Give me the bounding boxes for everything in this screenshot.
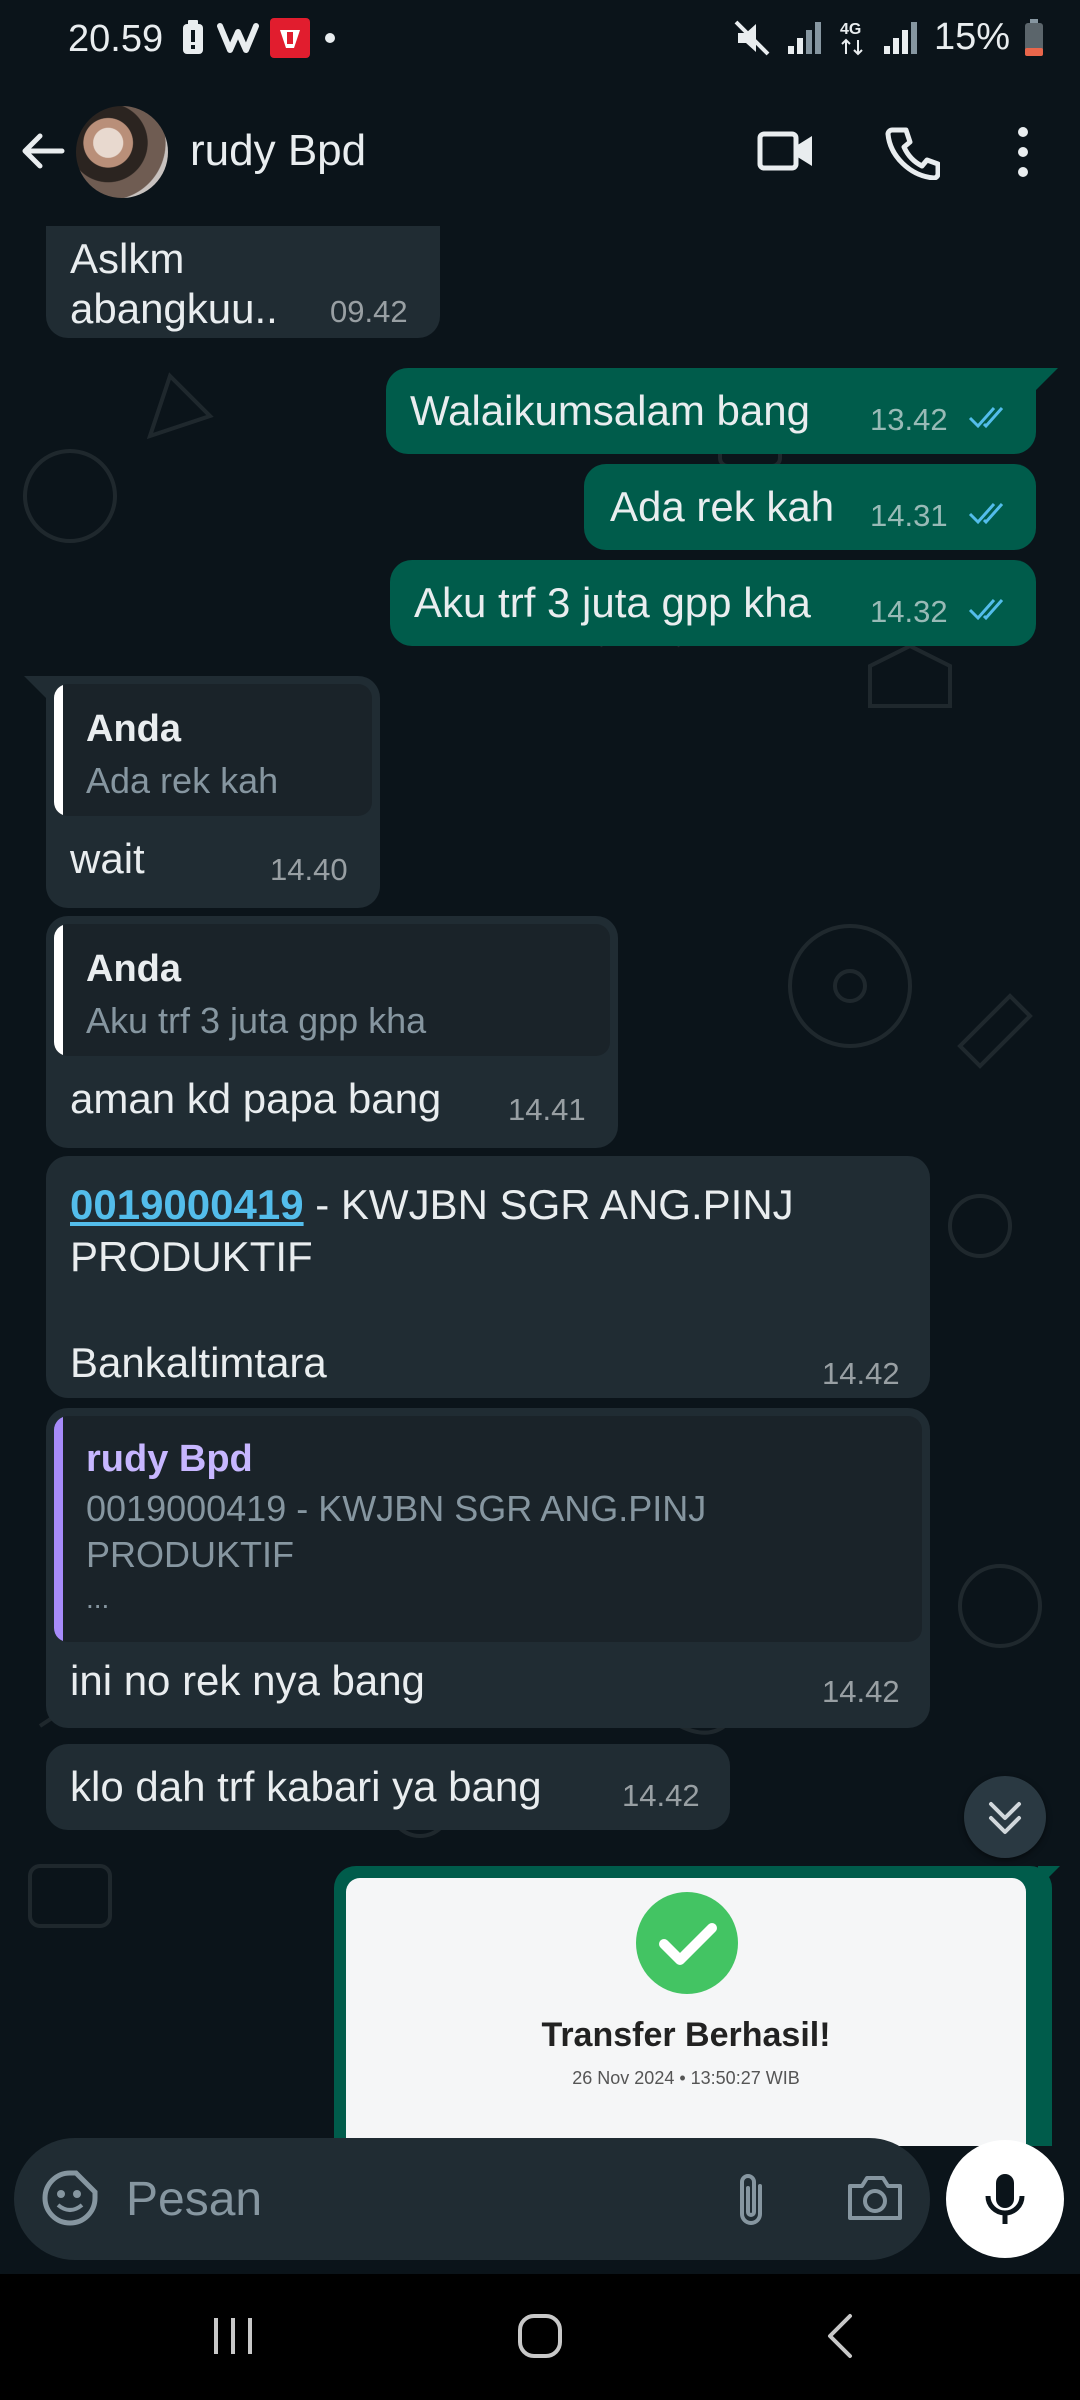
- message-incoming[interactable]: Aslkm abangkuu.. 09.42: [46, 226, 440, 338]
- account-number-link[interactable]: 0019000419: [70, 1181, 304, 1228]
- message-text: klo dah trf kabari ya bang: [70, 1763, 542, 1810]
- read-receipt-icon: [968, 503, 1004, 525]
- quote-sender: Anda: [86, 708, 181, 750]
- quote-sender: rudy Bpd: [86, 1438, 253, 1480]
- message-time: 14.32: [870, 594, 948, 629]
- quoted-message[interactable]: Anda Ada rek kah: [54, 684, 372, 816]
- quoted-message[interactable]: rudy Bpd 0019000419 - KWJBN SGR ANG.PINJ…: [54, 1416, 922, 1642]
- message-text: PRODUKTIF: [70, 1233, 313, 1280]
- emoji-sticker-icon[interactable]: [40, 2168, 100, 2228]
- dot-icon: [325, 33, 335, 43]
- scroll-to-bottom-button[interactable]: [964, 1776, 1046, 1858]
- message-outgoing[interactable]: Ada rek kah 14.31: [584, 464, 1036, 550]
- message-time: 14.40: [270, 852, 348, 887]
- recent-apps-icon[interactable]: [208, 2312, 258, 2360]
- message-text: Bankaltimtara: [70, 1339, 327, 1386]
- system-back-icon[interactable]: [820, 2310, 860, 2362]
- message-text: Walaikumsalam bang: [410, 387, 810, 434]
- signal-icon: [787, 21, 821, 54]
- quote-text: PRODUKTIF: [86, 1534, 295, 1575]
- message-input-placeholder[interactable]: Pesan: [126, 2172, 262, 2227]
- message-time: 14.31: [870, 498, 948, 533]
- app-notification-icon: [217, 23, 259, 53]
- battery-percentage: 15%: [933, 16, 1010, 58]
- bubble-tail: [1036, 368, 1058, 390]
- message-text: 0019000419 - KWJBN SGR ANG.PINJ: [70, 1180, 794, 1230]
- message-text: Ada rek kah: [610, 483, 835, 530]
- message-incoming-reply[interactable]: rudy Bpd 0019000419 - KWJBN SGR ANG.PINJ…: [46, 1408, 930, 1728]
- transfer-receipt-image[interactable]: Transfer Berhasil! 26 Nov 2024 • 13:50:2…: [346, 1878, 1026, 2146]
- battery-icon: [1025, 18, 1043, 56]
- home-icon[interactable]: [510, 2308, 570, 2364]
- bubble-tail: [1038, 1866, 1060, 1888]
- camera-icon[interactable]: [846, 2172, 904, 2224]
- message-time: 14.42: [822, 1674, 900, 1709]
- receipt-datetime: 26 Nov 2024 • 13:50:27 WIB: [572, 2068, 800, 2088]
- message-time: 13.42: [870, 402, 948, 437]
- message-text: Aslkm: [70, 235, 185, 282]
- message-text: aman kd papa bang: [70, 1075, 442, 1122]
- message-text: Aku trf 3 juta gpp kha: [414, 579, 811, 626]
- message-time: 14.42: [622, 1778, 700, 1813]
- quote-sender: Anda: [86, 948, 181, 990]
- message-incoming[interactable]: 0019000419 - KWJBN SGR ANG.PINJ PRODUKTI…: [46, 1156, 930, 1398]
- voice-message-button[interactable]: [946, 2140, 1064, 2258]
- read-receipt-icon: [968, 599, 1004, 621]
- message-text: wait: [70, 835, 145, 882]
- success-check-icon: [636, 1892, 738, 1994]
- message-time: 14.42: [822, 1356, 900, 1391]
- message-incoming-reply[interactable]: Anda Aku trf 3 juta gpp kha aman kd papa…: [46, 916, 618, 1148]
- status-right-icons: 4G 15%: [732, 16, 1044, 59]
- quote-text: 0019000419 - KWJBN SGR ANG.PINJ: [86, 1488, 707, 1529]
- battery-saver-icon: [183, 20, 203, 54]
- microphone-icon: [985, 2174, 1025, 2224]
- status-bar: 20.59 4G 15%: [0, 0, 1080, 80]
- attach-icon[interactable]: [732, 2170, 772, 2230]
- 4g-icon: 4G: [840, 21, 863, 55]
- svg-text:4G: 4G: [840, 21, 861, 38]
- chat-area[interactable]: Aslkm abangkuu.. 09.42 Walaikumsalam ban…: [0, 226, 1080, 2146]
- back-arrow-icon[interactable]: [18, 126, 68, 176]
- message-incoming[interactable]: klo dah trf kabari ya bang 14.42: [46, 1744, 730, 1830]
- message-text-rest: - KWJBN SGR ANG.PINJ: [303, 1181, 794, 1228]
- signal-icon: [883, 21, 917, 54]
- message-outgoing[interactable]: Aku trf 3 juta gpp kha 14.32: [390, 560, 1036, 646]
- message-time: 09.42: [330, 294, 408, 329]
- quoted-message[interactable]: Anda Aku trf 3 juta gpp kha: [54, 924, 610, 1056]
- quote-bar: [54, 924, 63, 1056]
- quote-text: Aku trf 3 juta gpp kha: [86, 1000, 427, 1041]
- more-menu-icon[interactable]: [1010, 124, 1036, 180]
- mute-icon: [734, 20, 770, 55]
- bubble-tail: [24, 676, 46, 698]
- read-receipt-icon: [968, 407, 1004, 429]
- quote-bar: [54, 684, 63, 816]
- message-incoming-reply[interactable]: Anda Ada rek kah wait 14.40: [46, 676, 380, 908]
- message-composer: Pesan: [0, 2124, 1080, 2274]
- message-time: 14.41: [508, 1092, 586, 1127]
- avatar[interactable]: [76, 106, 168, 198]
- double-chevron-down-icon: [989, 1802, 1021, 1834]
- status-time: 20.59: [68, 18, 164, 60]
- chat-header: rudy Bpd: [0, 80, 1080, 226]
- quote-text: Ada rek kah: [86, 760, 279, 801]
- message-outgoing[interactable]: Walaikumsalam bang 13.42: [386, 368, 1036, 454]
- message-text: abangkuu..: [70, 285, 278, 332]
- system-navigation-bar: [0, 2274, 1080, 2400]
- video-call-icon[interactable]: [756, 126, 816, 176]
- voice-call-icon[interactable]: [884, 124, 940, 180]
- message-text: ini no rek nya bang: [70, 1657, 425, 1704]
- status-left-icons: [180, 18, 340, 58]
- message-input-pill[interactable]: Pesan: [14, 2138, 930, 2260]
- image-message-outgoing[interactable]: Transfer Berhasil! 26 Nov 2024 • 13:50:2…: [334, 1866, 1052, 2146]
- quote-bar: [54, 1416, 63, 1642]
- quote-text: ...: [86, 1583, 110, 1614]
- receipt-title: Transfer Berhasil!: [541, 2016, 831, 2054]
- contact-name[interactable]: rudy Bpd: [190, 126, 366, 176]
- app-notification-icon: [270, 18, 310, 58]
